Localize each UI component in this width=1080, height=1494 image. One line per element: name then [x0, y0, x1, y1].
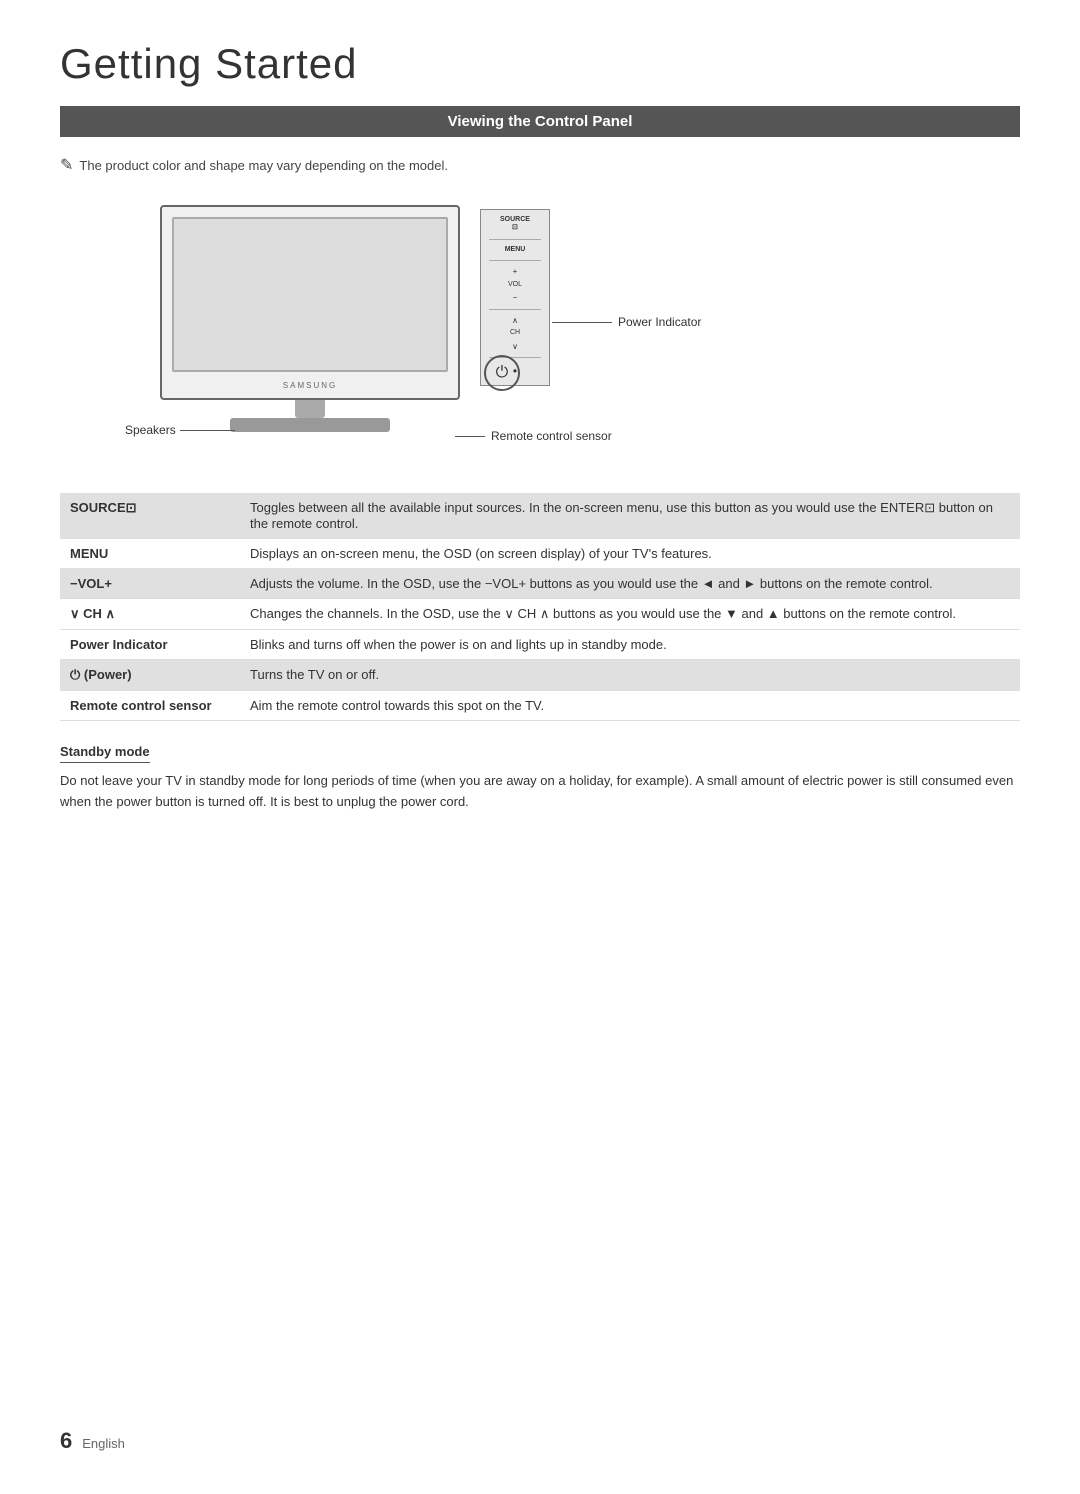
standby-title: Standby mode [60, 744, 150, 763]
feature-label: SOURCE⊡ [60, 493, 240, 539]
cp-sep1 [489, 239, 541, 240]
tv-stand-base [230, 418, 390, 432]
pi-hline [552, 322, 612, 323]
feature-description: Displays an on-screen menu, the OSD (on … [240, 539, 1020, 569]
table-row: Power IndicatorBlinks and turns off when… [60, 630, 1020, 660]
page-title: Getting Started [60, 40, 1020, 88]
note-text: The product color and shape may vary dep… [79, 158, 448, 173]
speakers-line [180, 430, 235, 431]
features-table: SOURCE⊡Toggles between all the available… [60, 493, 1020, 721]
remote-sensor-text: Remote control sensor [491, 429, 612, 443]
feature-description: Adjusts the volume. In the OSD, use the … [240, 569, 1020, 599]
table-row: ∨ CH ∧Changes the channels. In the OSD, … [60, 599, 1020, 630]
cp-sep2 [489, 260, 541, 261]
note-icon: ✎ [60, 155, 73, 175]
feature-description: Turns the TV on or off. [240, 660, 1020, 691]
power-button-icon: ⏻ [484, 355, 520, 391]
table-row: −VOL+Adjusts the volume. In the OSD, use… [60, 569, 1020, 599]
cp-source: SOURCE⊡ [500, 216, 530, 233]
page-number-area: 6 English [60, 1428, 125, 1454]
feature-description: Aim the remote control towards this spot… [240, 691, 1020, 721]
diagram-area: SAMSUNG Speakers SOURCE⊡ MENU + VOL − ∧ … [60, 195, 1020, 465]
speakers-label: Speakers [125, 423, 235, 437]
table-row: MENUDisplays an on-screen menu, the OSD … [60, 539, 1020, 569]
cp-sep3 [489, 309, 541, 310]
feature-description: Changes the channels. In the OSD, use th… [240, 599, 1020, 630]
cp-vol-minus: − [513, 293, 518, 303]
cp-menu: MENU [505, 246, 526, 254]
page-number: 6 [60, 1428, 72, 1454]
note-line: ✎ The product color and shape may vary d… [60, 155, 1020, 175]
feature-description: Toggles between all the available input … [240, 493, 1020, 539]
power-button-area: ⏻ [484, 355, 520, 391]
cp-vol-plus: + [513, 267, 518, 277]
table-row: SOURCE⊡Toggles between all the available… [60, 493, 1020, 539]
standby-section: Standby mode Do not leave your TV in sta… [60, 743, 1020, 813]
standby-text: Do not leave your TV in standby mode for… [60, 771, 1020, 813]
feature-label: ⏻ (Power) [60, 660, 240, 691]
tv-brand: SAMSUNG [283, 381, 337, 390]
tv-bezel: SAMSUNG [160, 205, 460, 400]
page-language: English [82, 1436, 125, 1451]
cp-ch-label: CH [510, 329, 520, 337]
cp-ch-down: ∨ [512, 342, 518, 352]
feature-description: Blinks and turns off when the power is o… [240, 630, 1020, 660]
feature-label: MENU [60, 539, 240, 569]
tv-diagram: SAMSUNG [160, 205, 460, 432]
power-indicator-label: Power Indicator [618, 315, 701, 329]
feature-label: Power Indicator [60, 630, 240, 660]
feature-label: −VOL+ [60, 569, 240, 599]
table-row: ⏻ (Power)Turns the TV on or off. [60, 660, 1020, 691]
cp-ch-up: ∧ [512, 316, 518, 326]
feature-label: ∨ CH ∧ [60, 599, 240, 630]
table-row: Remote control sensorAim the remote cont… [60, 691, 1020, 721]
tv-stand-neck [295, 400, 325, 418]
rcs-line [455, 436, 485, 437]
tv-screen [172, 217, 448, 372]
remote-sensor-label-area: Remote control sensor [455, 429, 612, 443]
cp-vol-label: VOL [508, 281, 522, 289]
speakers-text: Speakers [125, 423, 176, 437]
power-indicator-line: Power Indicator [552, 315, 701, 329]
section-header: Viewing the Control Panel [60, 106, 1020, 137]
feature-label: Remote control sensor [60, 691, 240, 721]
